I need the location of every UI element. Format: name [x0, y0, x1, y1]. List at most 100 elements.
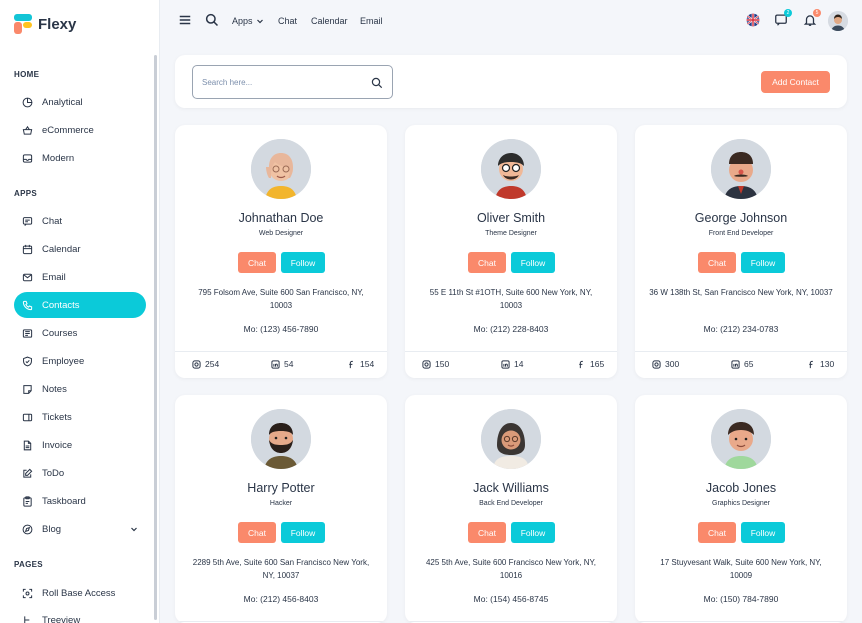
stat-value: 150: [435, 359, 450, 369]
linkedin-stat[interactable]: 65: [731, 359, 753, 369]
follow-button[interactable]: Follow: [281, 252, 325, 273]
sidebar-item-taskboard[interactable]: Taskboard: [14, 488, 146, 514]
follow-button[interactable]: Follow: [511, 522, 555, 543]
user-avatar[interactable]: [828, 11, 848, 31]
nav-section-pages: PAGES: [14, 560, 43, 569]
sidebar-item-chat[interactable]: Chat: [14, 208, 146, 234]
sidebar-item-label: Contacts: [42, 299, 80, 311]
lock-icon: [22, 588, 33, 599]
sidebar-item-notes[interactable]: Notes: [14, 376, 146, 402]
sidebar-item-treeview[interactable]: Treeview: [14, 607, 146, 623]
app-logo[interactable]: Flexy: [14, 14, 76, 34]
follow-button[interactable]: Follow: [741, 522, 785, 543]
facebook-stat[interactable]: 165: [577, 359, 604, 369]
contact-avatar[interactable]: [251, 409, 311, 469]
language-selector[interactable]: [746, 13, 760, 27]
shield-icon: [22, 356, 33, 367]
facebook-stat[interactable]: 154: [347, 359, 374, 369]
sidebar-scrollbar[interactable]: [154, 55, 157, 620]
instagram-stat[interactable]: 300: [652, 359, 679, 369]
stat-value: 165: [590, 359, 605, 369]
contact-avatar[interactable]: [711, 409, 771, 469]
contact-avatar[interactable]: [711, 139, 771, 199]
chat-button[interactable]: Chat: [468, 252, 506, 273]
apps-dropdown[interactable]: Apps: [232, 0, 264, 42]
sidebar-item-ecommerce[interactable]: eCommerce: [14, 117, 146, 143]
user-avatar-image: [828, 11, 848, 31]
chat-button[interactable]: Chat: [238, 252, 276, 273]
instagram-stat[interactable]: 150: [422, 359, 449, 369]
sidebar-item-email[interactable]: Email: [14, 264, 146, 290]
sidebar-item-employee[interactable]: Employee: [14, 348, 146, 374]
contact-name: Jack Williams: [473, 481, 549, 495]
sidebar-item-invoice[interactable]: Invoice: [14, 432, 146, 458]
linkedin-icon: [501, 359, 510, 369]
contact-avatar[interactable]: [251, 139, 311, 199]
sidebar-item-label: Notes: [42, 383, 67, 395]
topbar-link-chat[interactable]: Chat: [278, 0, 297, 42]
contact-phone: Mo: (212) 228-8403: [473, 324, 549, 334]
tree-icon: [22, 615, 33, 623]
contact-card: Oliver Smith Theme Designer Chat Follow …: [405, 125, 617, 378]
sidebar-item-roll-base-access[interactable]: Roll Base Access: [14, 580, 146, 606]
contact-avatar-image: [711, 139, 771, 199]
sidebar-item-blog[interactable]: Blog: [14, 516, 146, 542]
sidebar-item-label: Courses: [42, 327, 78, 339]
stat-value: 130: [820, 359, 835, 369]
search-panel: Add Contact: [175, 55, 847, 108]
contact-card: Harry Potter Hacker Chat Follow 2289 5th…: [175, 395, 387, 623]
messages-button[interactable]: 2: [774, 9, 792, 27]
chat-button[interactable]: Chat: [238, 522, 276, 543]
stat-value: 54: [284, 359, 294, 369]
chat-button[interactable]: Chat: [468, 522, 506, 543]
topbar-link-calendar[interactable]: Calendar: [311, 0, 348, 42]
contact-address: 17 Stuyvesant Walk, Suite 600 New York, …: [660, 558, 822, 580]
contact-avatar[interactable]: [481, 139, 541, 199]
linkedin-stat[interactable]: 14: [501, 359, 523, 369]
contact-role: Hacker: [269, 500, 293, 507]
topbar-search-button[interactable]: [205, 13, 219, 27]
sidebar-item-todo[interactable]: ToDo: [14, 460, 146, 486]
instagram-stat[interactable]: 254: [192, 359, 219, 369]
contact-phone: Mo: (212) 456-8403: [243, 594, 319, 604]
follow-button[interactable]: Follow: [741, 252, 785, 273]
notifications-button[interactable]: 5: [803, 9, 821, 27]
topbar-link-email[interactable]: Email: [360, 0, 383, 42]
chat-button[interactable]: Chat: [698, 522, 736, 543]
menu-toggle[interactable]: [178, 13, 192, 27]
card-divider: [405, 351, 617, 352]
chat-button[interactable]: Chat: [698, 252, 736, 273]
pie-chart-icon: [22, 97, 33, 108]
card-divider: [405, 621, 617, 622]
sidebar-item-analytical[interactable]: Analytical: [14, 89, 146, 115]
contact-avatar-image: [481, 139, 541, 199]
facebook-stat[interactable]: 130: [807, 359, 834, 369]
facebook-icon: [349, 360, 353, 368]
contact-role: Web Designer: [258, 230, 304, 237]
stat-value: 254: [205, 359, 220, 369]
linkedin-stat[interactable]: 54: [271, 359, 293, 369]
contact-role: Front End Developer: [708, 230, 774, 237]
sidebar-item-label: Tickets: [42, 411, 72, 423]
contact-avatar[interactable]: [481, 409, 541, 469]
sidebar-item-modern[interactable]: Modern: [14, 145, 146, 171]
sidebar-item-calendar[interactable]: Calendar: [14, 236, 146, 262]
contact-phone: Mo: (123) 456-7890: [243, 324, 319, 334]
messages-badge: 2: [784, 9, 792, 17]
follow-button[interactable]: Follow: [281, 522, 325, 543]
sidebar: Flexy HOME Analytical eCommerce Modern A…: [0, 0, 160, 623]
add-contact-button[interactable]: Add Contact: [761, 71, 830, 93]
follow-button[interactable]: Follow: [511, 252, 555, 273]
search-input[interactable]: [202, 77, 362, 87]
basket-icon: [22, 125, 33, 136]
phone-icon: [22, 300, 33, 311]
sidebar-item-courses[interactable]: Courses: [14, 320, 146, 346]
sidebar-item-tickets[interactable]: Tickets: [14, 404, 146, 430]
stat-value: 154: [360, 359, 375, 369]
nav-section-apps: APPS: [14, 189, 37, 198]
apps-label: Apps: [232, 16, 253, 26]
instagram-icon: [652, 359, 661, 369]
sidebar-item-contacts[interactable]: Contacts: [14, 292, 146, 318]
card-divider: [175, 351, 387, 352]
contact-address: 2289 5th Ave, Suite 600 San Francisco Ne…: [192, 558, 370, 580]
